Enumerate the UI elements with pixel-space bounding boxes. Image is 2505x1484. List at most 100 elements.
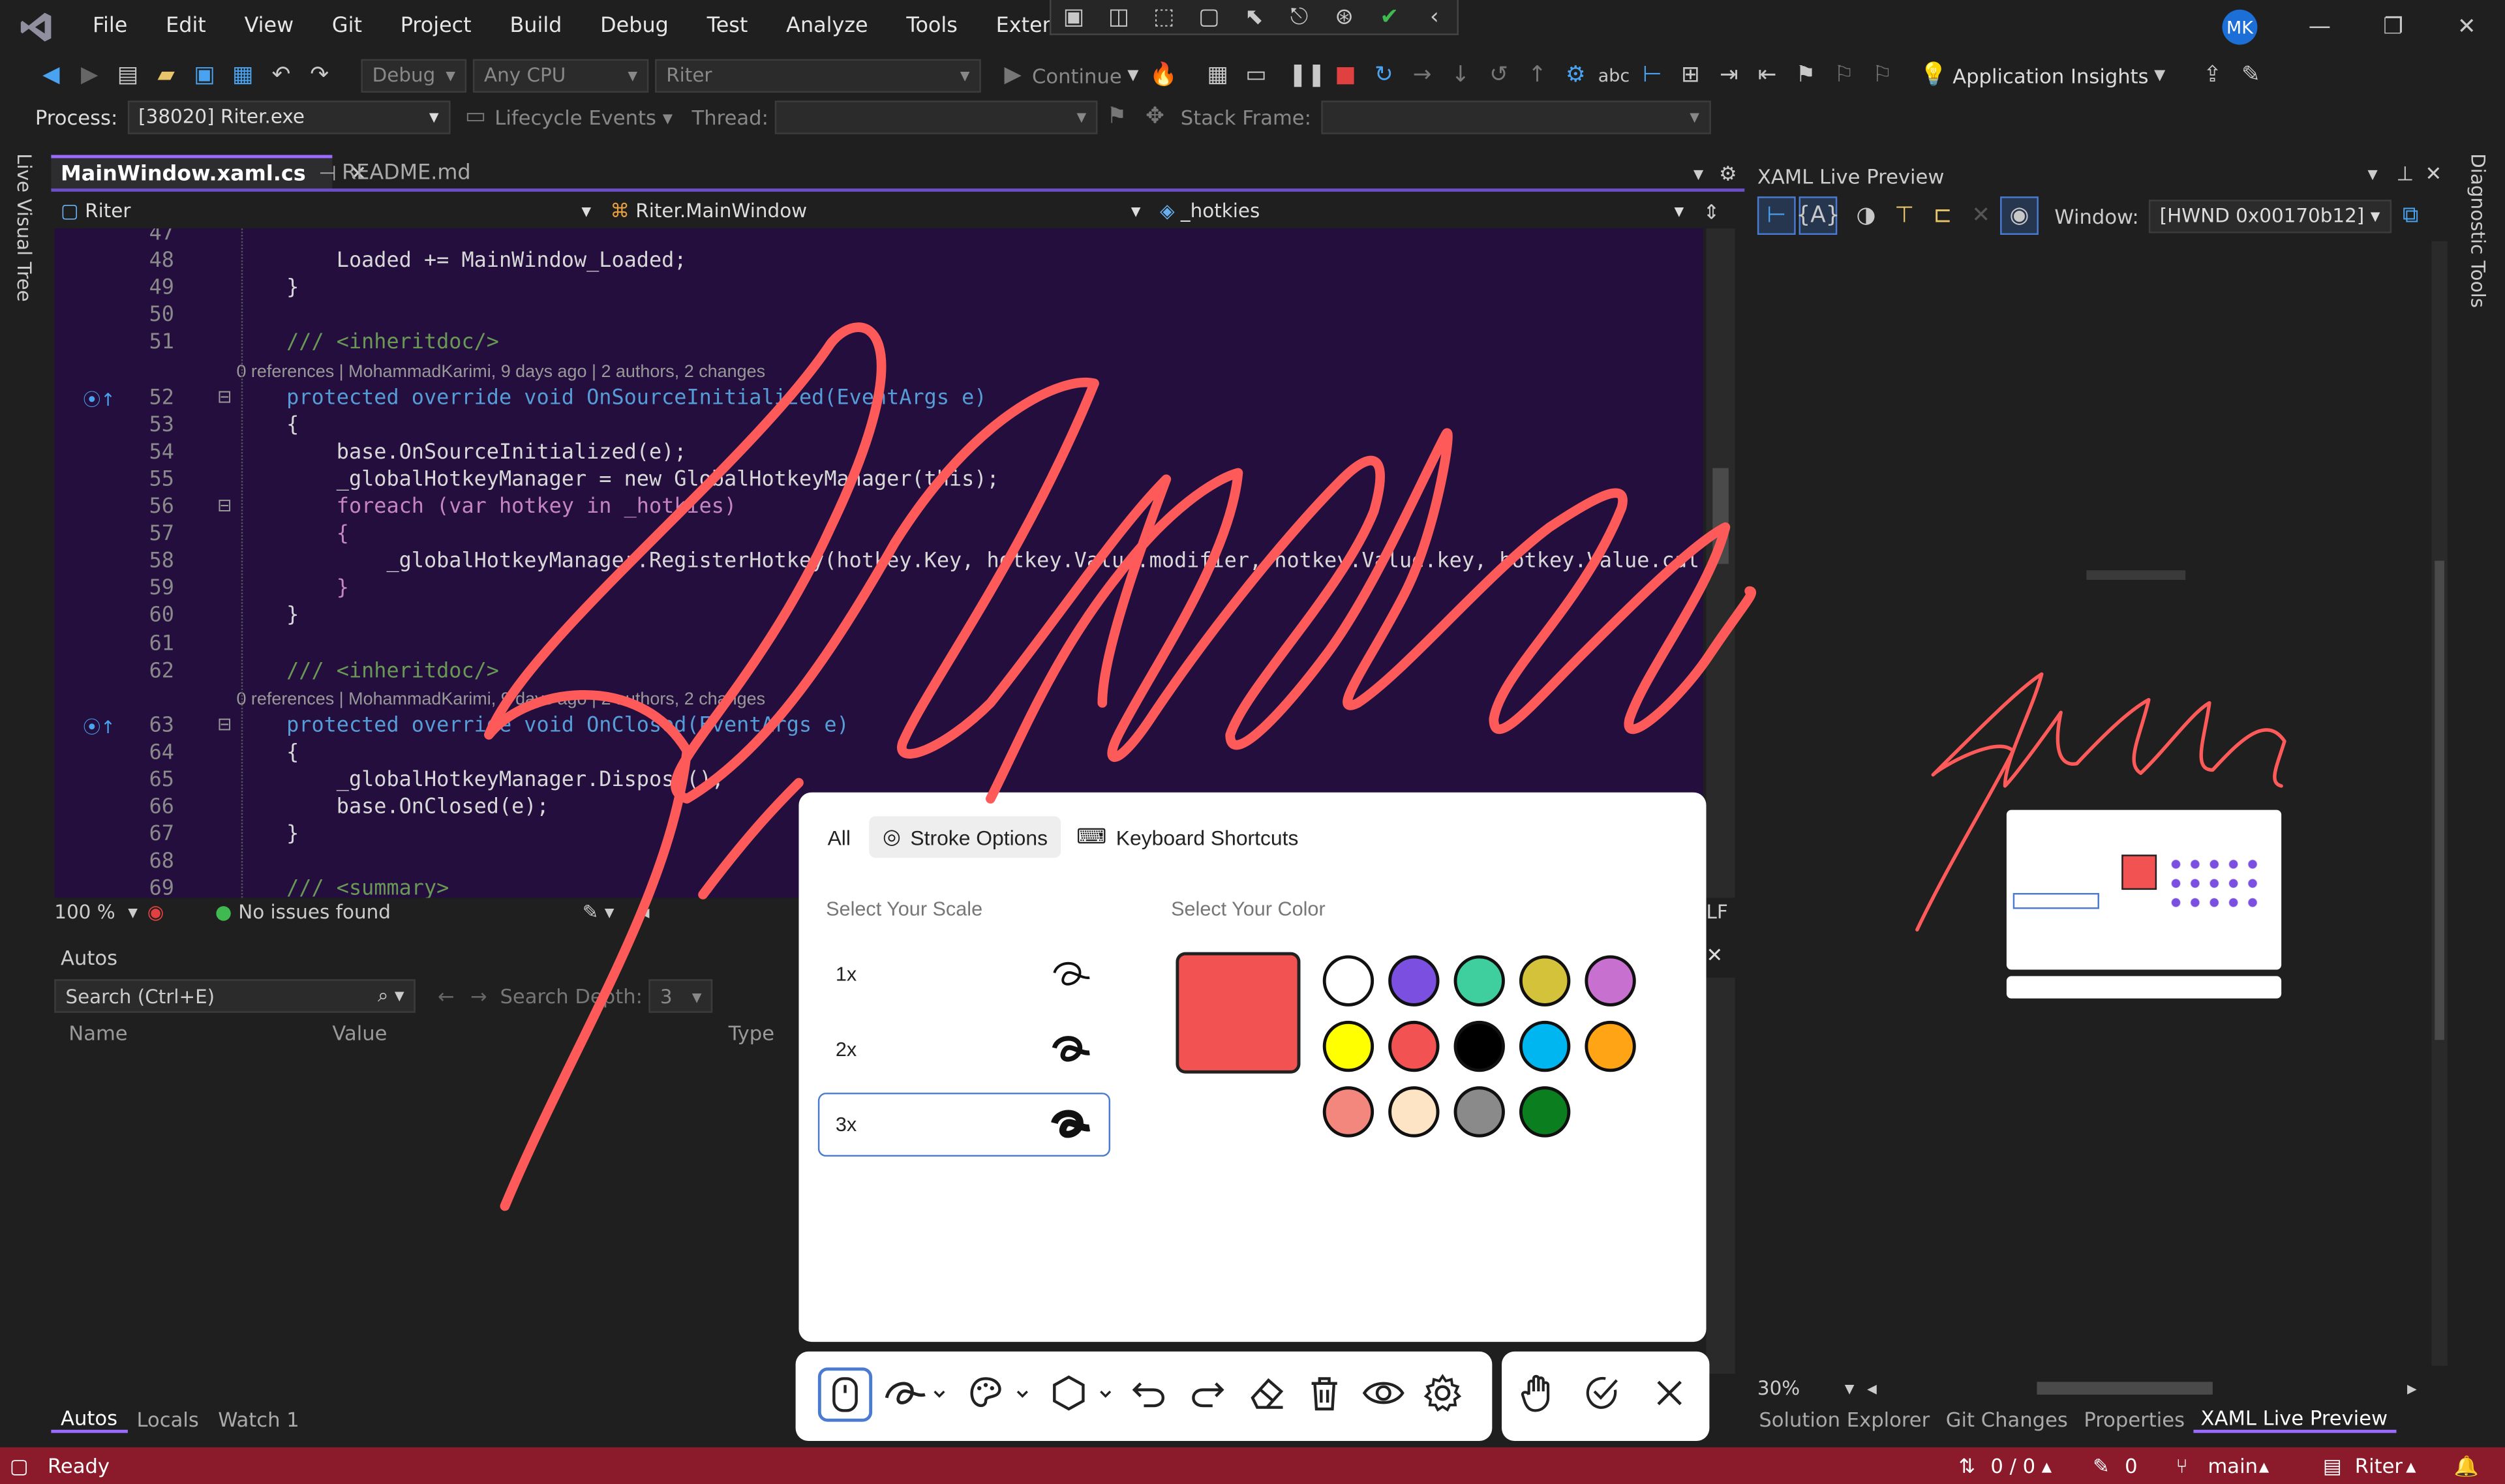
- caret-up-icon[interactable]: ▴: [2259, 1454, 2269, 1478]
- new-project-icon[interactable]: ▤: [109, 56, 147, 95]
- column-value[interactable]: Value: [332, 1021, 387, 1045]
- scroll-left-icon[interactable]: ◂: [1867, 1377, 1877, 1399]
- live-visual-tree-tab[interactable]: Live Visual Tree: [7, 153, 38, 345]
- select-icon[interactable]: ⬚: [1145, 0, 1183, 36]
- redo-icon[interactable]: ↷: [300, 56, 339, 95]
- step-back-icon[interactable]: ↺: [1480, 56, 1518, 95]
- hand-drag-button[interactable]: [1511, 1361, 1566, 1425]
- tab-xaml-live-preview[interactable]: XAML Live Preview: [2193, 1405, 2396, 1432]
- redo-button[interactable]: [1181, 1361, 1235, 1425]
- column-name[interactable]: Name: [68, 1021, 127, 1045]
- code-line[interactable]: protected override void OnClosed(EventAr…: [236, 714, 849, 738]
- menu-item-test[interactable]: Test: [688, 14, 767, 38]
- menu-item-analyze[interactable]: Analyze: [767, 14, 887, 38]
- stroke-mode-button[interactable]: [879, 1361, 952, 1425]
- preview-vertical-scrollbar[interactable]: [2431, 241, 2448, 1366]
- code-line[interactable]: base.OnSourceInitialized(e);: [236, 440, 687, 464]
- editor-vertical-scrollbar[interactable]: [1706, 228, 1735, 898]
- step-into-icon[interactable]: ↓: [1442, 56, 1480, 95]
- release-button[interactable]: [1575, 1361, 1630, 1425]
- eye-icon[interactable]: ◉: [2000, 196, 2039, 235]
- color-swatch[interactable]: [1322, 955, 1374, 1007]
- code-line[interactable]: }: [236, 577, 349, 601]
- settings-button[interactable]: [1416, 1361, 1470, 1425]
- menu-item-project[interactable]: Project: [381, 14, 491, 38]
- accessibility-icon[interactable]: ⊛: [1325, 0, 1363, 36]
- spelling-icon[interactable]: abc: [1595, 56, 1633, 95]
- binding-icon[interactable]: ⎋: [1280, 0, 1318, 36]
- color-swatch[interactable]: [1322, 1086, 1374, 1138]
- config-select[interactable]: Debug ▾: [361, 58, 467, 92]
- code-line[interactable]: /// <inheritdoc/>: [236, 659, 499, 683]
- open-icon[interactable]: ▰: [147, 56, 185, 95]
- code-line[interactable]: }: [236, 823, 299, 847]
- code-line[interactable]: base.OnClosed(e);: [236, 796, 549, 820]
- color-swatch[interactable]: [1585, 955, 1636, 1007]
- chevron-down-icon[interactable]: ▾: [1845, 1377, 1855, 1399]
- project-nav-select[interactable]: ▢ Riter ▾: [51, 194, 600, 228]
- scroll-left-icon[interactable]: ◂: [640, 901, 650, 923]
- ruler-icon[interactable]: ⊤: [1885, 196, 1924, 235]
- scale-option-1x[interactable]: 1x: [818, 943, 1110, 1007]
- preview-canvas[interactable]: [1751, 241, 2432, 1366]
- bookmark-prev-icon[interactable]: ⚐: [1825, 56, 1863, 95]
- continue-icon[interactable]: ▶: [994, 56, 1032, 95]
- code-line[interactable]: }: [236, 277, 299, 301]
- hot-reload-icon[interactable]: 🔥: [1144, 56, 1183, 95]
- bookmark-next-icon[interactable]: ⚐: [1863, 56, 1902, 95]
- outdent-icon[interactable]: ⇤: [1748, 56, 1787, 95]
- code-line[interactable]: /// <summary>: [236, 877, 449, 898]
- back-arrow-icon[interactable]: ←: [438, 984, 455, 1008]
- pointer-icon[interactable]: ⬉: [1235, 0, 1273, 36]
- chevron-down-icon[interactable]: ▾: [663, 104, 673, 129]
- menu-item-build[interactable]: Build: [491, 14, 581, 38]
- color-swatch[interactable]: [1519, 1020, 1571, 1072]
- bookmark-icon[interactable]: ⚑: [1786, 56, 1825, 95]
- filter-icon[interactable]: ✥: [1136, 97, 1174, 136]
- minimize-icon[interactable]: —: [2301, 8, 2339, 46]
- issues-status[interactable]: No issues found: [238, 901, 391, 923]
- restart-icon[interactable]: ↻: [1365, 56, 1403, 95]
- codelens[interactable]: 0 references | MohammadKarimi, 9 days ag…: [236, 689, 765, 708]
- continue-button[interactable]: Continue: [1032, 63, 1122, 87]
- collapse-icon[interactable]: ‹: [1415, 0, 1453, 36]
- code-line[interactable]: _globalHotkeyManager = new GlobalHotkeyM…: [236, 468, 999, 492]
- code-line[interactable]: {: [236, 741, 299, 765]
- scrollbar-thumb[interactable]: [2435, 560, 2444, 1040]
- close-icon[interactable]: ✕: [2448, 8, 2486, 46]
- shape-button[interactable]: [1045, 1361, 1119, 1425]
- pin-icon[interactable]: ⊥: [2396, 161, 2414, 185]
- color-swatch[interactable]: [1388, 1020, 1440, 1072]
- menu-item-edit[interactable]: Edit: [147, 14, 225, 38]
- code-line[interactable]: }: [236, 605, 299, 629]
- toolbar-icon[interactable]: ▣: [1055, 0, 1093, 36]
- stack-frame-select[interactable]: ▾: [1320, 100, 1711, 134]
- search-input[interactable]: Search (Ctrl+E) ⌕ ▾: [54, 979, 416, 1013]
- fold-icon[interactable]: ⊟: [217, 714, 232, 734]
- startup-project-select[interactable]: Riter ▾: [655, 58, 981, 92]
- lifecycle-icon[interactable]: ▭: [457, 97, 495, 136]
- tab-locals[interactable]: Locals: [127, 1406, 209, 1431]
- stop-icon[interactable]: ■: [1326, 56, 1365, 95]
- camera-icon[interactable]: ◫: [1100, 0, 1138, 36]
- column-type[interactable]: Type: [729, 1021, 774, 1045]
- code-line[interactable]: foreach (var hotkey in _hotkies): [236, 495, 736, 519]
- save-icon[interactable]: ▣: [185, 56, 224, 95]
- tab-keyboard-shortcuts[interactable]: ⌨ Keyboard Shortcuts: [1064, 825, 1311, 850]
- window-select[interactable]: [HWND 0x00170b12] ▾: [2148, 198, 2391, 233]
- check-icon[interactable]: ✔: [1370, 0, 1408, 36]
- code-line[interactable]: /// <inheritdoc/>: [236, 331, 499, 356]
- notification-icon[interactable]: 🔔: [2454, 1453, 2479, 1478]
- binding-icon[interactable]: {A}: [1796, 196, 1840, 235]
- undo-icon[interactable]: ↶: [262, 56, 301, 95]
- indent-icon[interactable]: ⇥: [1710, 56, 1748, 95]
- status-changes[interactable]: 0 / 0: [1990, 1454, 2035, 1478]
- color-swatch[interactable]: [1453, 1086, 1505, 1138]
- menu-item-git[interactable]: Git: [313, 14, 382, 38]
- gear-icon[interactable]: ⚙: [1719, 160, 1737, 185]
- flag-icon[interactable]: ⚑: [1097, 97, 1136, 136]
- platform-select[interactable]: Any CPU ▾: [472, 58, 649, 92]
- application-insights-button[interactable]: Application Insights: [1952, 63, 2148, 87]
- close-icon[interactable]: ✕: [1707, 943, 1723, 967]
- forward-arrow-icon[interactable]: →: [470, 984, 487, 1008]
